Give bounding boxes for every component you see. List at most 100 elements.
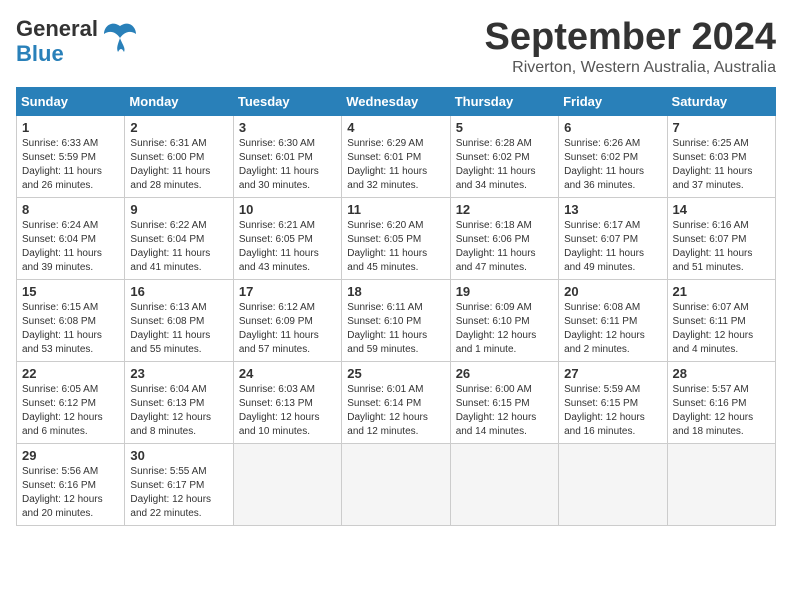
day-number: 11: [347, 202, 444, 217]
day-info: Sunrise: 6:01 AMSunset: 6:14 PMDaylight:…: [347, 384, 428, 437]
logo: General Blue: [16, 16, 138, 67]
calendar-cell: 10Sunrise: 6:21 AMSunset: 6:05 PMDayligh…: [233, 198, 341, 280]
day-info: Sunrise: 6:05 AMSunset: 6:12 PMDaylight:…: [22, 384, 103, 437]
calendar-cell: [450, 444, 558, 526]
day-info: Sunrise: 6:17 AMSunset: 6:07 PMDaylight:…: [564, 220, 644, 273]
calendar-cell: [559, 444, 667, 526]
day-number: 14: [673, 202, 770, 217]
calendar-cell: 9 Sunrise: 6:22 AMSunset: 6:04 PMDaylight…: [125, 198, 233, 280]
day-info: Sunrise: 6:08 AMSunset: 6:11 PMDaylight:…: [564, 302, 645, 355]
day-number: 22: [22, 366, 119, 381]
calendar-cell: 8 Sunrise: 6:24 AMSunset: 6:04 PMDaylight…: [17, 198, 125, 280]
col-header-sunday: Sunday: [17, 88, 125, 116]
day-info: Sunrise: 6:30 AMSunset: 6:01 PMDaylight:…: [239, 138, 319, 191]
day-number: 23: [130, 366, 227, 381]
day-number: 19: [456, 284, 553, 299]
day-number: 18: [347, 284, 444, 299]
calendar-cell: 17 Sunrise: 6:12 AMSunset: 6:09 PMDayligh…: [233, 280, 341, 362]
day-info: Sunrise: 6:15 AMSunset: 6:08 PMDaylight:…: [22, 302, 102, 355]
calendar-cell: 30 Sunrise: 5:55 AMSunset: 6:17 PMDayligh…: [125, 444, 233, 526]
day-info: Sunrise: 6:31 AMSunset: 6:00 PMDaylight:…: [130, 138, 210, 191]
calendar-cell: 19 Sunrise: 6:09 AMSunset: 6:10 PMDayligh…: [450, 280, 558, 362]
day-info: Sunrise: 6:25 AMSunset: 6:03 PMDaylight:…: [673, 138, 753, 191]
logo-text: General: [16, 16, 98, 41]
day-info: Sunrise: 6:04 AMSunset: 6:13 PMDaylight:…: [130, 384, 211, 437]
col-header-friday: Friday: [559, 88, 667, 116]
calendar-cell: 20 Sunrise: 6:08 AMSunset: 6:11 PMDayligh…: [559, 280, 667, 362]
day-number: 16: [130, 284, 227, 299]
day-info: Sunrise: 6:18 AMSunset: 6:06 PMDaylight:…: [456, 220, 536, 273]
day-info: Sunrise: 6:00 AMSunset: 6:15 PMDaylight:…: [456, 384, 537, 437]
calendar-cell: 6 Sunrise: 6:26 AMSunset: 6:02 PMDaylight…: [559, 116, 667, 198]
day-number: 26: [456, 366, 553, 381]
day-info: Sunrise: 6:24 AMSunset: 6:04 PMDaylight:…: [22, 220, 102, 273]
calendar-cell: 1Sunrise: 6:33 AMSunset: 5:59 PMDaylight…: [17, 116, 125, 198]
day-number: 17: [239, 284, 336, 299]
day-number: 4: [347, 120, 444, 135]
day-info: Sunrise: 5:56 AMSunset: 6:16 PMDaylight:…: [22, 466, 103, 519]
day-number: 7: [673, 120, 770, 135]
calendar-table: SundayMondayTuesdayWednesdayThursdayFrid…: [16, 87, 776, 526]
calendar-cell: 24 Sunrise: 6:03 AMSunset: 6:13 PMDayligh…: [233, 362, 341, 444]
day-number: 12: [456, 202, 553, 217]
calendar-cell: 3 Sunrise: 6:30 AMSunset: 6:01 PMDaylight…: [233, 116, 341, 198]
calendar-cell: 28 Sunrise: 5:57 AMSunset: 6:16 PMDayligh…: [667, 362, 775, 444]
calendar-cell: 15 Sunrise: 6:15 AMSunset: 6:08 PMDayligh…: [17, 280, 125, 362]
day-info: Sunrise: 6:03 AMSunset: 6:13 PMDaylight:…: [239, 384, 320, 437]
calendar-cell: 11 Sunrise: 6:20 AMSunset: 6:05 PMDayligh…: [342, 198, 450, 280]
day-number: 25: [347, 366, 444, 381]
calendar-cell: 13 Sunrise: 6:17 AMSunset: 6:07 PMDayligh…: [559, 198, 667, 280]
calendar-cell: [342, 444, 450, 526]
location-subtitle: Riverton, Western Australia, Australia: [485, 59, 777, 77]
calendar-cell: 23 Sunrise: 6:04 AMSunset: 6:13 PMDayligh…: [125, 362, 233, 444]
calendar-cell: 4Sunrise: 6:29 AMSunset: 6:01 PMDaylight…: [342, 116, 450, 198]
day-info: Sunrise: 6:21 AMSunset: 6:05 PMDaylight:…: [239, 220, 319, 273]
day-info: Sunrise: 5:57 AMSunset: 6:16 PMDaylight:…: [673, 384, 754, 437]
col-header-monday: Monday: [125, 88, 233, 116]
day-number: 2: [130, 120, 227, 135]
col-header-saturday: Saturday: [667, 88, 775, 116]
calendar-cell: 29Sunrise: 5:56 AMSunset: 6:16 PMDayligh…: [17, 444, 125, 526]
day-number: 3: [239, 120, 336, 135]
day-number: 27: [564, 366, 661, 381]
day-info: Sunrise: 6:22 AMSunset: 6:04 PMDaylight:…: [130, 220, 210, 273]
day-number: 6: [564, 120, 661, 135]
day-number: 13: [564, 202, 661, 217]
day-info: Sunrise: 6:16 AMSunset: 6:07 PMDaylight:…: [673, 220, 753, 273]
logo-bird-icon: [102, 18, 138, 61]
day-number: 20: [564, 284, 661, 299]
day-info: Sunrise: 6:20 AMSunset: 6:05 PMDaylight:…: [347, 220, 427, 273]
calendar-cell: 25 Sunrise: 6:01 AMSunset: 6:14 PMDayligh…: [342, 362, 450, 444]
col-header-tuesday: Tuesday: [233, 88, 341, 116]
day-info: Sunrise: 6:09 AMSunset: 6:10 PMDaylight:…: [456, 302, 537, 355]
day-number: 9: [130, 202, 227, 217]
calendar-cell: 27Sunrise: 5:59 AMSunset: 6:15 PMDayligh…: [559, 362, 667, 444]
logo-blue-text: Blue: [16, 41, 98, 66]
calendar-cell: 21Sunrise: 6:07 AMSunset: 6:11 PMDayligh…: [667, 280, 775, 362]
day-info: Sunrise: 6:33 AMSunset: 5:59 PMDaylight:…: [22, 138, 102, 191]
calendar-cell: 14 Sunrise: 6:16 AMSunset: 6:07 PMDayligh…: [667, 198, 775, 280]
calendar-cell: 2 Sunrise: 6:31 AMSunset: 6:00 PMDaylight…: [125, 116, 233, 198]
calendar-cell: 5Sunrise: 6:28 AMSunset: 6:02 PMDaylight…: [450, 116, 558, 198]
day-info: Sunrise: 6:12 AMSunset: 6:09 PMDaylight:…: [239, 302, 319, 355]
col-header-thursday: Thursday: [450, 88, 558, 116]
day-info: Sunrise: 6:26 AMSunset: 6:02 PMDaylight:…: [564, 138, 644, 191]
calendar-cell: [233, 444, 341, 526]
calendar-cell: 26 Sunrise: 6:00 AMSunset: 6:15 PMDayligh…: [450, 362, 558, 444]
day-number: 30: [130, 448, 227, 463]
month-title: September 2024: [485, 16, 777, 59]
calendar-cell: 16Sunrise: 6:13 AMSunset: 6:08 PMDayligh…: [125, 280, 233, 362]
day-number: 28: [673, 366, 770, 381]
day-number: 15: [22, 284, 119, 299]
day-info: Sunrise: 6:11 AMSunset: 6:10 PMDaylight:…: [347, 302, 427, 355]
calendar-cell: 12 Sunrise: 6:18 AMSunset: 6:06 PMDayligh…: [450, 198, 558, 280]
day-number: 24: [239, 366, 336, 381]
day-number: 21: [673, 284, 770, 299]
day-info: Sunrise: 5:55 AMSunset: 6:17 PMDaylight:…: [130, 466, 211, 519]
day-info: Sunrise: 6:28 AMSunset: 6:02 PMDaylight:…: [456, 138, 536, 191]
day-number: 8: [22, 202, 119, 217]
calendar-cell: 18 Sunrise: 6:11 AMSunset: 6:10 PMDayligh…: [342, 280, 450, 362]
title-area: September 2024 Riverton, Western Austral…: [485, 16, 777, 77]
calendar-cell: 22 Sunrise: 6:05 AMSunset: 6:12 PMDayligh…: [17, 362, 125, 444]
calendar-cell: 7 Sunrise: 6:25 AMSunset: 6:03 PMDaylight…: [667, 116, 775, 198]
